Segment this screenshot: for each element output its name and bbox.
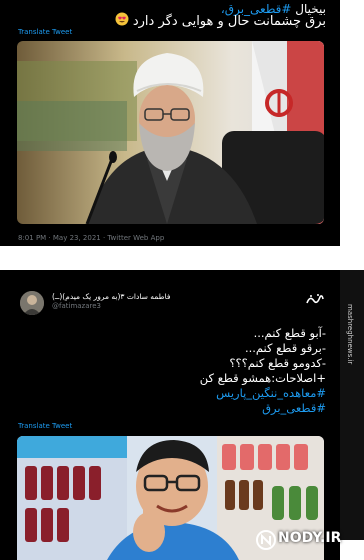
tweet-card-1: بیخیال #قطعی_برق، برق چشمانت حال و هوایی… — [0, 0, 340, 246]
tweet2-hashtag-1[interactable]: #معاهده_ننگین_پاریس — [200, 386, 326, 401]
translate-tweet-link-2[interactable]: Translate Tweet — [18, 422, 72, 430]
brand-logo-icon — [256, 530, 276, 554]
nody-watermark: NODY.IR — [256, 528, 356, 554]
mashregh-logo-icon — [306, 292, 324, 306]
tweet1-line2-text: برق چشمانت حال و هوایی دگر دارد — [132, 14, 326, 29]
heart-eyes-icon — [115, 12, 129, 31]
side-watermark-strip: mashreghnews.ir — [340, 270, 364, 540]
tweet2-line-4: +اصلاحات:همشو قطع کن — [199, 371, 326, 385]
tweet2-body: -آبو قطع کنم... -برقو قطع کنم... -کدومو … — [200, 326, 326, 416]
tweet2-line-2: -برقو قطع کنم... — [244, 341, 326, 355]
tweet-card-2: فاطمه سادات ۳(به مرور یک میدم)(ـ‌ـ‌) @fa… — [0, 270, 340, 560]
tweet1-line2: برق چشمانت حال و هوایی دگر دارد — [115, 12, 326, 31]
tweet1-timestamp: 8:01 PM · May 23, 2021 · Twitter Web App — [18, 234, 165, 242]
tweet2-line-1: -آبو قطع کنم... — [253, 326, 326, 340]
tweet2-line-3: -کدومو قطع کنم؟؟؟ — [229, 356, 326, 370]
tweet2-hashtag-2[interactable]: #قطعی_برق — [200, 401, 326, 416]
avatar[interactable] — [20, 291, 44, 315]
tweet1-photo[interactable] — [17, 41, 324, 224]
brand-text: NODY.IR — [278, 530, 342, 546]
tweet2-display-name[interactable]: فاطمه سادات ۳(به مرور یک میدم)(ـ‌ـ‌) — [52, 292, 282, 301]
side-watermark-text: mashreghnews.ir — [346, 304, 354, 365]
tweet2-handle[interactable]: @fatimazare3 — [52, 302, 101, 310]
translate-tweet-link-1[interactable]: Translate Tweet — [18, 28, 72, 36]
